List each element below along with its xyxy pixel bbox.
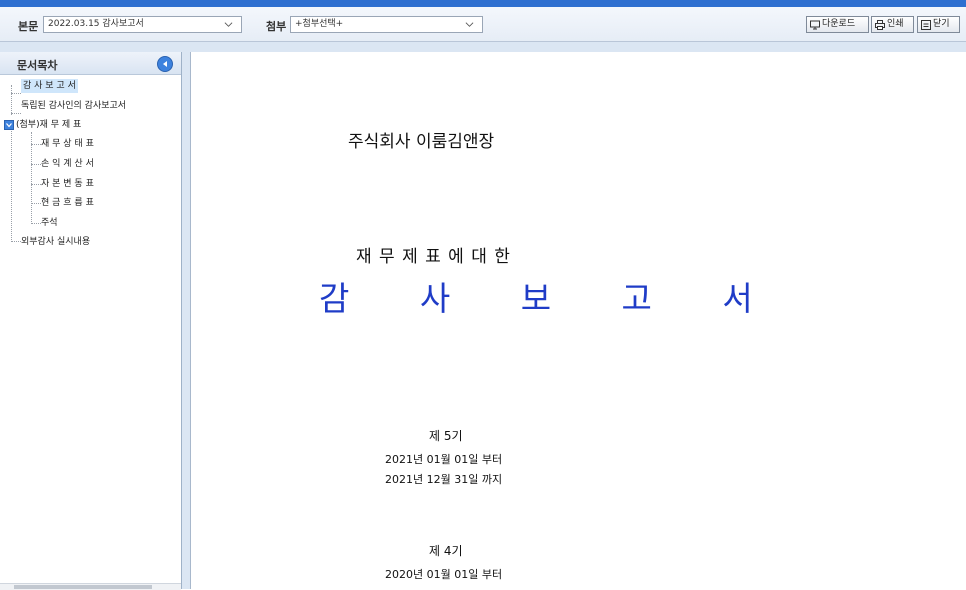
tree-connector xyxy=(31,144,41,145)
monitor-download-icon xyxy=(810,20,820,29)
period-to: 2021년 12월 31일 까지 xyxy=(385,473,503,486)
tree-expand-toggle[interactable] xyxy=(4,120,14,130)
close-window-icon xyxy=(921,19,931,30)
toc-item-external-audit[interactable]: 외부감사 실시내용 xyxy=(21,235,90,249)
report-subtitle: 재 무 제 표 에 대 한 xyxy=(356,247,511,267)
body-label: 본문 xyxy=(18,20,39,33)
tree-connector xyxy=(11,241,21,242)
download-label: 다운로드 xyxy=(822,19,856,29)
toc-item-equity-changes[interactable]: 자 본 변 동 표 xyxy=(41,177,94,191)
window-top-band xyxy=(0,0,966,7)
period-from: 2021년 01월 01일 부터 xyxy=(385,453,503,466)
print-button[interactable]: 인쇄 xyxy=(871,16,914,33)
tree-connector xyxy=(31,203,41,204)
print-label: 인쇄 xyxy=(887,19,904,29)
toc-item-balance-sheet[interactable]: 재 무 상 태 표 xyxy=(41,137,94,151)
toolbar: 본문 2022.03.15 감사보고서 첨부 +첨부선택+ 다운로드 인쇄 닫기 xyxy=(0,7,966,42)
toc-item-independent-auditor-report[interactable]: 독립된 감사인의 감사보고서 xyxy=(21,99,126,113)
attach-select-value: +첨부선택+ xyxy=(295,19,344,29)
close-button[interactable]: 닫기 xyxy=(917,16,960,33)
period-from: 2020년 01월 01일 부터 xyxy=(385,568,503,581)
scrollbar-thumb[interactable] xyxy=(14,585,152,589)
toc-header: 문서목차 xyxy=(0,52,181,75)
toc-item-notes[interactable]: 주석 xyxy=(41,216,58,230)
tree-connector xyxy=(11,93,21,94)
tree-connector xyxy=(31,184,41,185)
report-title: 감 사 보 고 서 xyxy=(319,279,783,318)
download-button[interactable]: 다운로드 xyxy=(806,16,869,33)
toc-item-cash-flows[interactable]: 현 금 흐 름 표 xyxy=(41,196,94,210)
tree-connector xyxy=(11,131,12,242)
toc-item-financial-statements[interactable]: (첨부)재 무 제 표 xyxy=(16,118,81,132)
tree-connector xyxy=(31,164,41,165)
chevron-down-icon xyxy=(465,22,474,27)
period-label: 제 4기 xyxy=(429,544,463,558)
chevron-down-icon xyxy=(224,22,233,27)
company-name: 주식회사 이룸김앤장 xyxy=(348,132,495,152)
tree-connector xyxy=(31,223,41,224)
tree-connector xyxy=(11,113,21,114)
printer-icon xyxy=(875,19,885,30)
tree-connector xyxy=(11,85,12,115)
document-toc-panel: 문서목차 감 사 보 고 서 독립된 감사인의 감사보고서 (첨부)재 무 제 … xyxy=(0,52,182,590)
body-select[interactable]: 2022.03.15 감사보고서 xyxy=(43,16,242,33)
tree-connector xyxy=(31,132,32,224)
chevron-down-icon xyxy=(6,123,12,128)
toc-item-audit-report[interactable]: 감 사 보 고 서 xyxy=(21,79,78,93)
triangle-left-icon xyxy=(163,61,167,67)
toc-title: 문서목차 xyxy=(17,59,58,72)
collapse-panel-button[interactable] xyxy=(157,56,173,72)
document-viewer: 주식회사 이룸김앤장 재 무 제 표 에 대 한 감 사 보 고 서 제 5기 … xyxy=(190,52,966,589)
period-label: 제 5기 xyxy=(429,429,463,443)
toc-item-income-statement[interactable]: 손 익 계 산 서 xyxy=(41,157,94,171)
body-select-value: 2022.03.15 감사보고서 xyxy=(48,19,144,29)
attach-label: 첨부 xyxy=(266,20,287,33)
toolbar-divider xyxy=(0,42,966,52)
panel-splitter[interactable] xyxy=(182,52,190,589)
close-label: 닫기 xyxy=(933,19,950,29)
attach-select[interactable]: +첨부선택+ xyxy=(290,16,483,33)
